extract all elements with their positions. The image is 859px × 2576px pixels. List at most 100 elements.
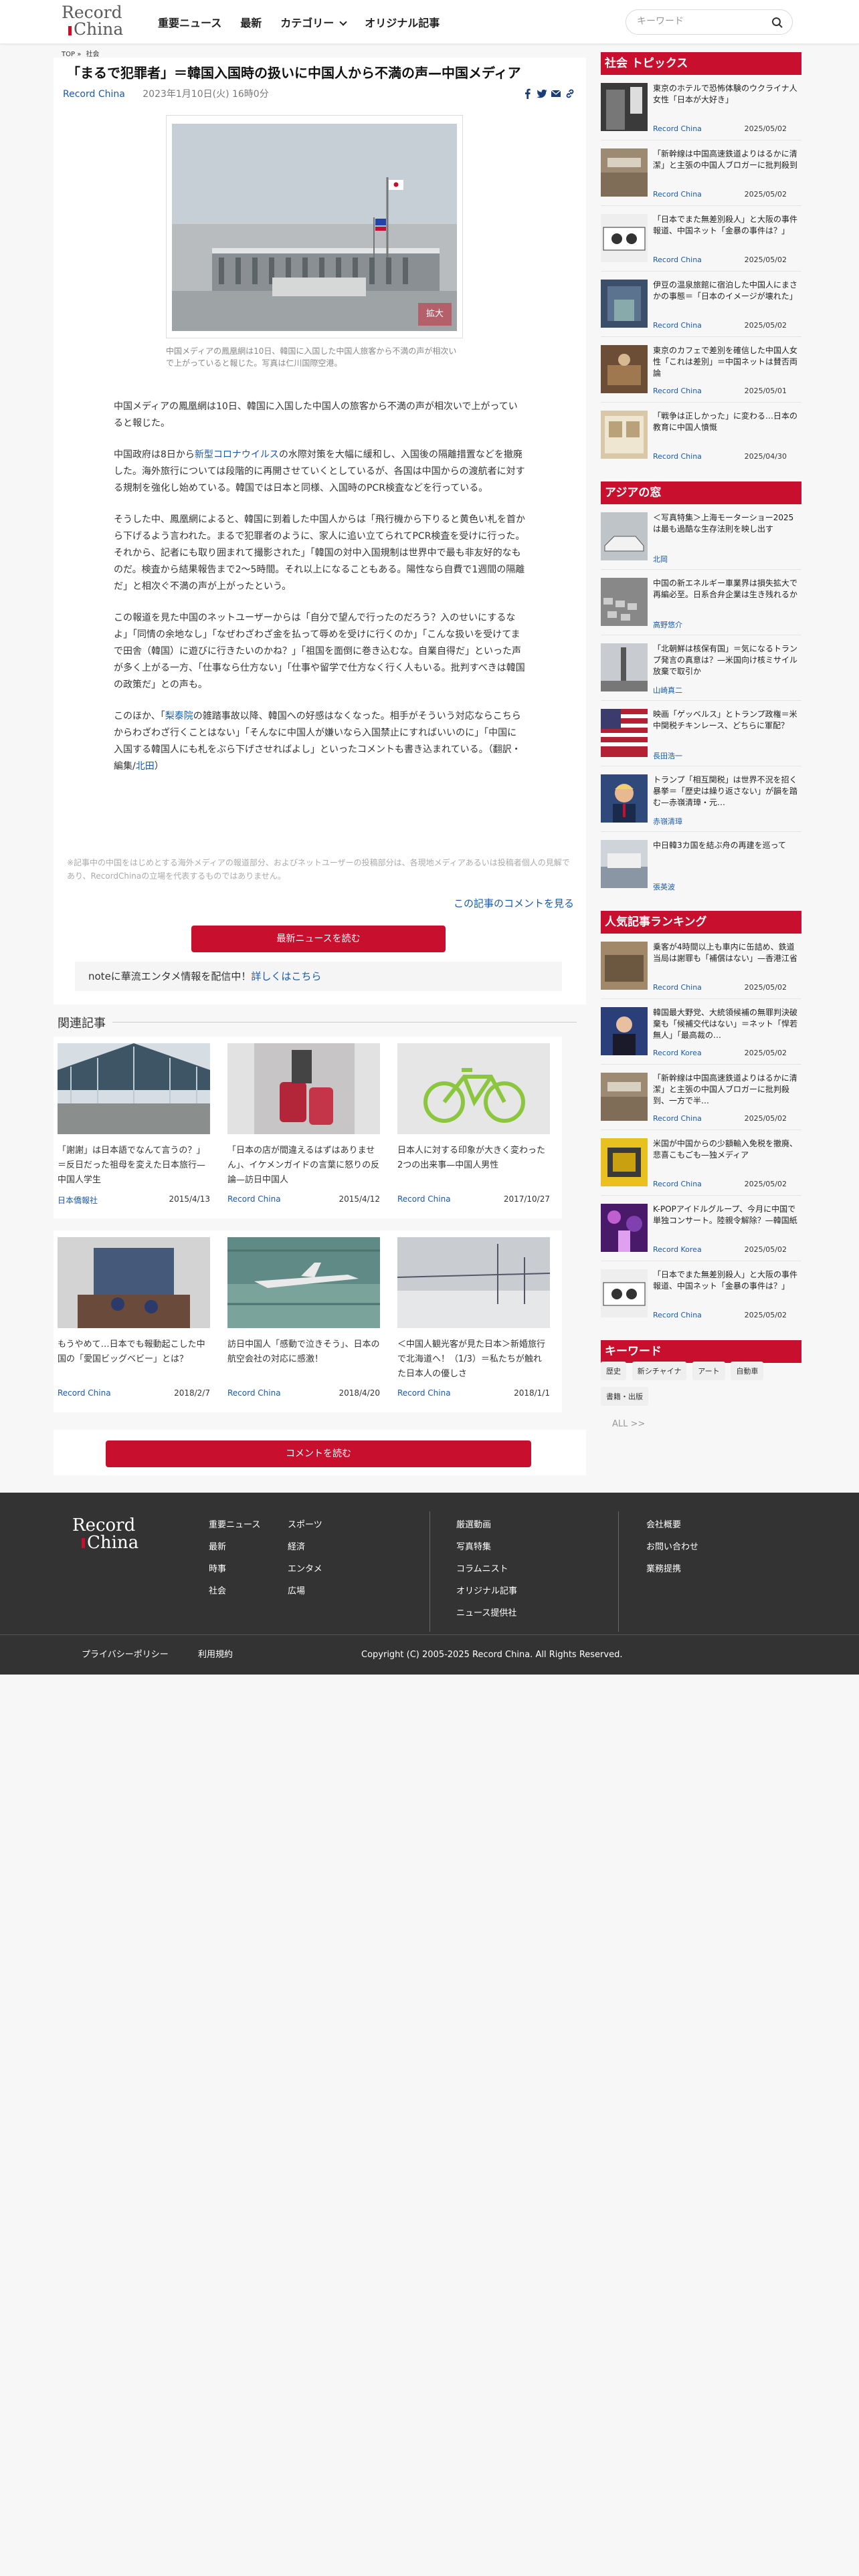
facebook-icon[interactable] [522, 88, 533, 99]
footer-link[interactable]: 時事 [209, 1558, 260, 1580]
sidebar-asia-item[interactable]: トランプ「相互関税」は世界不況を招く暴挙＝「歴史は繰り返さない」が韻を踏む—赤嶺… [601, 766, 801, 832]
sidebar-asia-item[interactable]: ＜写真特集＞上海モーターショー2025は最も過酷な生存法則を映し出す 北岡 [601, 504, 801, 570]
footer-link[interactable]: 写真特集 [456, 1536, 517, 1558]
related-date: 2018/1/1 [514, 1388, 550, 1398]
related-card[interactable]: 「謝謝」は日本語でなんて言うの？」＝反日だった祖母を変えた日本旅行—中国人学生 … [58, 1043, 210, 1206]
keyword-tag[interactable]: 自動車 [731, 1362, 764, 1380]
site-header: Record China 重要ニュース 最新 カテゴリー オリジナル記事 [0, 0, 859, 44]
sidebar-asia-item[interactable]: 映画「ゲッベルス」とトランプ政権＝米中関税チキンレース、どちらに軍配？ 長田浩一 [601, 701, 801, 766]
keyword-link-covid[interactable]: 新型コロナウイルス [195, 449, 279, 460]
view-comments-link[interactable]: この記事のコメントを見る [454, 896, 574, 910]
related-thumbnail [397, 1237, 550, 1328]
ranking-item[interactable]: K-POPアイドルグループ、今月に中国で単独コンサート。陸親令解除？—韓国紙 R… [601, 1196, 801, 1261]
sidebar-item-title: 米国が中国からの少額輸入免税を撤廃、悲喜こもごも—独メディア [653, 1139, 798, 1160]
ranking-item[interactable]: 乗客が4時間以上も車内に缶詰め、鉄道当局は謝罪も「補償はない」—香港江省 Rec… [601, 934, 801, 999]
footer-link[interactable]: 会社概要 [646, 1514, 698, 1536]
footer-link[interactable]: 社会 [209, 1580, 260, 1602]
sidebar-topic-item[interactable]: 「戦争は正しかった」に変わる…日本の教育に中国人憤慨 Record China … [601, 403, 801, 468]
sidebar-asia-item[interactable]: 「北朝鮮は核保有国」＝気になるトランプ発言の真意は？—米国向け核ミサイル放棄で取… [601, 635, 801, 701]
mail-icon[interactable] [551, 88, 561, 99]
sidebar-item-date: 2025/05/02 [744, 1311, 787, 1319]
sidebar-item-source: Record China [653, 321, 702, 330]
related-card[interactable]: もうやめて…日本でも報動起こした中国の「愛国ビッグベビー」とは？ Record … [58, 1237, 210, 1398]
related-source: Record China [227, 1194, 281, 1204]
note-link[interactable]: 詳しくはこちら [251, 970, 321, 982]
sidebar-topic-item[interactable]: 「新幹線は中国高速鉄道よりはるかに清潔」と主張の中国人ブロガーに批判殺到 Rec… [601, 140, 801, 206]
footer-link[interactable]: オリジナル記事 [456, 1580, 517, 1602]
breadcrumb: TOP » 社会 [62, 48, 100, 58]
sidebar-topic-item[interactable]: 東京のカフェで差別を確信した中国人女性「これは差別」＝中国ネットは賛否両論 Re… [601, 337, 801, 403]
nav-original[interactable]: オリジナル記事 [365, 14, 440, 30]
related-heading: 関連記事 [58, 1014, 577, 1031]
search-icon[interactable] [771, 16, 784, 29]
related-card[interactable]: 日本人に対する印象が大きく変わった2つの出来事—中国人男性 Record Chi… [397, 1043, 550, 1204]
double-chevron-right-icon: >> [630, 1419, 646, 1429]
nav-important-news[interactable]: 重要ニュース [158, 14, 221, 30]
sidebar-item-author: 張英波 [653, 883, 675, 891]
editor-link[interactable]: 北田 [136, 761, 155, 772]
sidebar-topic-item[interactable]: 「日本でまた無差別殺人」と大阪の事件報道、中国ネット「金暴の事件は？」 Reco… [601, 206, 801, 272]
note-banner: noteに華流エンタメ情報を配信中！詳しくはこちら [75, 962, 562, 991]
keyword-tag[interactable]: 新シチャイナ [632, 1362, 687, 1380]
keyword-link-itaewon[interactable]: 梨泰院 [165, 711, 193, 722]
footer-link[interactable]: コラムニスト [456, 1558, 517, 1580]
terms-link[interactable]: 利用規約 [198, 1635, 233, 1675]
footer-link[interactable]: 経済 [288, 1536, 322, 1558]
sidebar-asia-item[interactable]: 中日韓3カ国を結ぶ舟の再建を巡って 張英波 [601, 832, 801, 897]
sidebar-topic-item[interactable]: 東京のホテルで恐怖体験のウクライナ人女性「日本が大好き」 Record Chin… [601, 75, 801, 140]
sidebar-topic-item[interactable]: 伊豆の温泉旅館に宿泊した中国人にまさかの事態＝「日本のイメージが壊れた」 Rec… [601, 272, 801, 337]
related-card[interactable]: ＜中国人観光客が見た日本＞新婚旅行で北海道へ！（1/3）＝私たちが触れた日本人の… [397, 1237, 550, 1398]
ranking-item[interactable]: 「新幹線は中国高速鉄道よりはるかに清潔」と主張の中国人ブロガーに批判殺到、一方で… [601, 1065, 801, 1130]
related-card[interactable]: 「日本の店が間違えるはずはありません」、イケメンガイドの言葉に怒りの反論—訪日中… [227, 1043, 380, 1204]
related-source: Record China [58, 1388, 111, 1398]
ranking-item[interactable]: 米国が中国からの少額輸入免税を撤廃、悲喜こもごも—独メディア Record Ch… [601, 1130, 801, 1196]
footer-link[interactable]: 重要ニュース [209, 1514, 260, 1536]
sidebar-topics-list: 東京のホテルで恐怖体験のウクライナ人女性「日本が大好き」 Record Chin… [601, 75, 801, 468]
footer-link[interactable]: 広場 [288, 1580, 322, 1602]
keyword-tag[interactable]: アート [692, 1362, 725, 1380]
related-date: 2018/2/7 [174, 1388, 210, 1398]
sidebar-thumbnail [601, 709, 648, 757]
privacy-policy-link[interactable]: プライバシーポリシー [82, 1635, 169, 1675]
article: 「まるで犯罪者」＝韓国入国時の扱いに中国人から不満の声—中国メディア Recor… [54, 58, 586, 1004]
sidebar-item-source: Record China [653, 983, 702, 992]
sidebar-asia-item[interactable]: 中国の新エネルギー車業界は損失拡大で再編必至。日系合弁企業は生き残れるか 高野悠… [601, 570, 801, 635]
footer-link[interactable]: ニュース提供社 [456, 1602, 517, 1624]
article-body: 中国メディアの鳳凰網は10日、韓国に入国した中国人の旅客から不満の声が相次いで上… [114, 399, 526, 790]
twitter-icon[interactable] [537, 88, 547, 99]
related-card[interactable]: 訪日中国人「感動で泣きそう」、日本の航空会社の対応に感激！ Record Chi… [227, 1237, 380, 1398]
nav-category[interactable]: カテゴリー [280, 14, 347, 30]
nav-latest[interactable]: 最新 [240, 14, 262, 30]
sidebar-thumbnail [601, 1073, 648, 1121]
keyword-tag[interactable]: 書籍・出版 [601, 1387, 648, 1406]
latest-news-button[interactable]: 最新ニュースを読む [191, 926, 446, 952]
article-photo-frame: 拡大 [166, 115, 463, 338]
zoom-button[interactable]: 拡大 [418, 303, 452, 326]
article-source[interactable]: Record China [63, 89, 125, 100]
article-photo[interactable]: 拡大 [172, 124, 457, 331]
ranking-item[interactable]: 韓国最大野党、大統領候補の無罪判決破棄も「候補交代はない」＝ネット「悍若無人」「… [601, 999, 801, 1065]
site-logo[interactable]: Record China [62, 4, 136, 40]
footer-link[interactable]: 最新 [209, 1536, 260, 1558]
footer-bottom-bar: プライバシーポリシー 利用規約 Copyright (C) 2005-2025 … [0, 1634, 859, 1675]
read-comments-button[interactable]: コメントを読む [106, 1440, 531, 1467]
footer-link[interactable]: 業務提携 [646, 1558, 698, 1580]
footer-logo[interactable]: Record China [72, 1517, 138, 1551]
footer-link[interactable]: お問い合わせ [646, 1536, 698, 1558]
keyword-tag[interactable]: 歴史 [601, 1362, 626, 1380]
footer-link[interactable]: スポーツ [288, 1514, 322, 1536]
sidebar-item-author: 北岡 [653, 555, 668, 564]
sidebar-item-title: 「日本でまた無差別殺人」と大阪の事件報道、中国ネット「金暴の事件は？」 [653, 1270, 798, 1291]
sidebar-item-date: 2025/05/01 [744, 387, 787, 395]
footer-link[interactable]: エンタメ [288, 1558, 322, 1580]
footer-link[interactable]: 厳選動画 [456, 1514, 517, 1536]
all-keywords-link[interactable]: ALL >> [612, 1419, 645, 1429]
sidebar-item-date: 2025/05/02 [744, 1114, 787, 1123]
ranking-item[interactable]: 「日本でまた無差別殺人」と大阪の事件報道、中国ネット「金暴の事件は？」 Reco… [601, 1261, 801, 1327]
sidebar-item-date: 2025/04/30 [744, 452, 787, 461]
link-icon[interactable] [565, 88, 575, 99]
airport-photo-illustration [172, 124, 457, 331]
keyword-tags: 歴史 新シチャイナ アート 自動車 書籍・出版 [601, 1362, 801, 1412]
search-input[interactable] [637, 16, 757, 27]
share-buttons [522, 88, 575, 99]
